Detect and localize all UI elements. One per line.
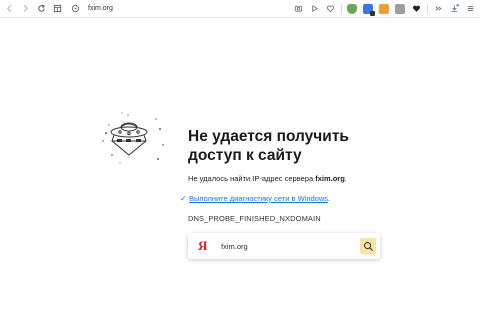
error-title-line1: Не удается получить <box>188 128 349 145</box>
download-icon <box>451 4 459 13</box>
yandex-logo-icon: Я <box>198 238 208 253</box>
play-button[interactable] <box>308 3 320 15</box>
heart-extension-icon <box>412 5 420 12</box>
back-icon <box>6 4 11 13</box>
error-message-host: fxim.org <box>315 174 345 183</box>
error-page: Не удается получить доступ к сайту Не уд… <box>0 19 480 330</box>
extension-button-3[interactable] <box>378 3 390 15</box>
error-title: Не удается получить доступ к сайту <box>188 127 388 165</box>
orange-extension-icon <box>379 3 389 14</box>
favorites-button[interactable] <box>324 3 336 15</box>
error-code: DNS_PROBE_FINISHED_NXDOMAIN <box>188 214 321 223</box>
forward-button[interactable] <box>18 2 32 16</box>
search-icon <box>363 241 373 251</box>
menu-icon <box>467 6 473 11</box>
translate-extension-icon <box>363 3 375 16</box>
downloads-button[interactable] <box>448 3 460 15</box>
error-message-prefix: Не удалось найти IP-адрес сервера <box>188 174 316 183</box>
tabs-icon <box>53 4 61 13</box>
extension-button-1[interactable] <box>346 3 358 15</box>
site-info-icon[interactable] <box>70 4 80 14</box>
error-message-suffix: . <box>344 174 347 183</box>
diagnostics-link[interactable]: Выполните диагностику сети в Windows <box>189 194 328 203</box>
back-button[interactable] <box>2 2 16 16</box>
checkmark-icon: ✓ <box>180 194 187 203</box>
address-bar[interactable]: fxim.org <box>70 2 288 16</box>
menu-button[interactable] <box>464 3 476 15</box>
reload-button[interactable] <box>34 2 48 16</box>
sidebar-button[interactable] <box>432 3 444 15</box>
toolbar-divider-2 <box>427 3 428 14</box>
diagnostics-suggestion: ✓ Выполните диагностику сети в Windows . <box>180 194 330 203</box>
extension-button-5[interactable] <box>410 3 422 15</box>
play-icon <box>311 5 318 12</box>
toolbar-actions <box>288 3 476 16</box>
ufo-illustration-icon <box>102 112 164 164</box>
tabs-button[interactable] <box>50 2 64 16</box>
yandex-search-box: Я fxim.org <box>188 233 380 259</box>
heart-icon <box>326 5 334 13</box>
error-message: Не удалось найти IP-адрес сервера fxim.o… <box>188 174 347 183</box>
forward-icon <box>23 4 28 13</box>
toolbar-divider <box>341 3 342 14</box>
shield-extension-icon <box>347 3 357 14</box>
reload-icon <box>37 4 45 12</box>
extension-button-2[interactable] <box>362 3 375 16</box>
diagnostics-suffix: . <box>328 194 331 203</box>
grid-extension-icon <box>395 3 405 14</box>
screenshot-button[interactable] <box>292 3 304 15</box>
extension-button-4[interactable] <box>394 3 406 15</box>
url-text: fxim.org <box>88 5 113 12</box>
double-chevron-icon <box>435 6 441 11</box>
search-button[interactable] <box>360 238 376 254</box>
screenshot-icon <box>294 5 302 12</box>
search-input[interactable]: fxim.org <box>221 242 360 251</box>
browser-toolbar: fxim.org <box>0 0 480 18</box>
error-title-line2: доступ к сайту <box>188 147 302 164</box>
